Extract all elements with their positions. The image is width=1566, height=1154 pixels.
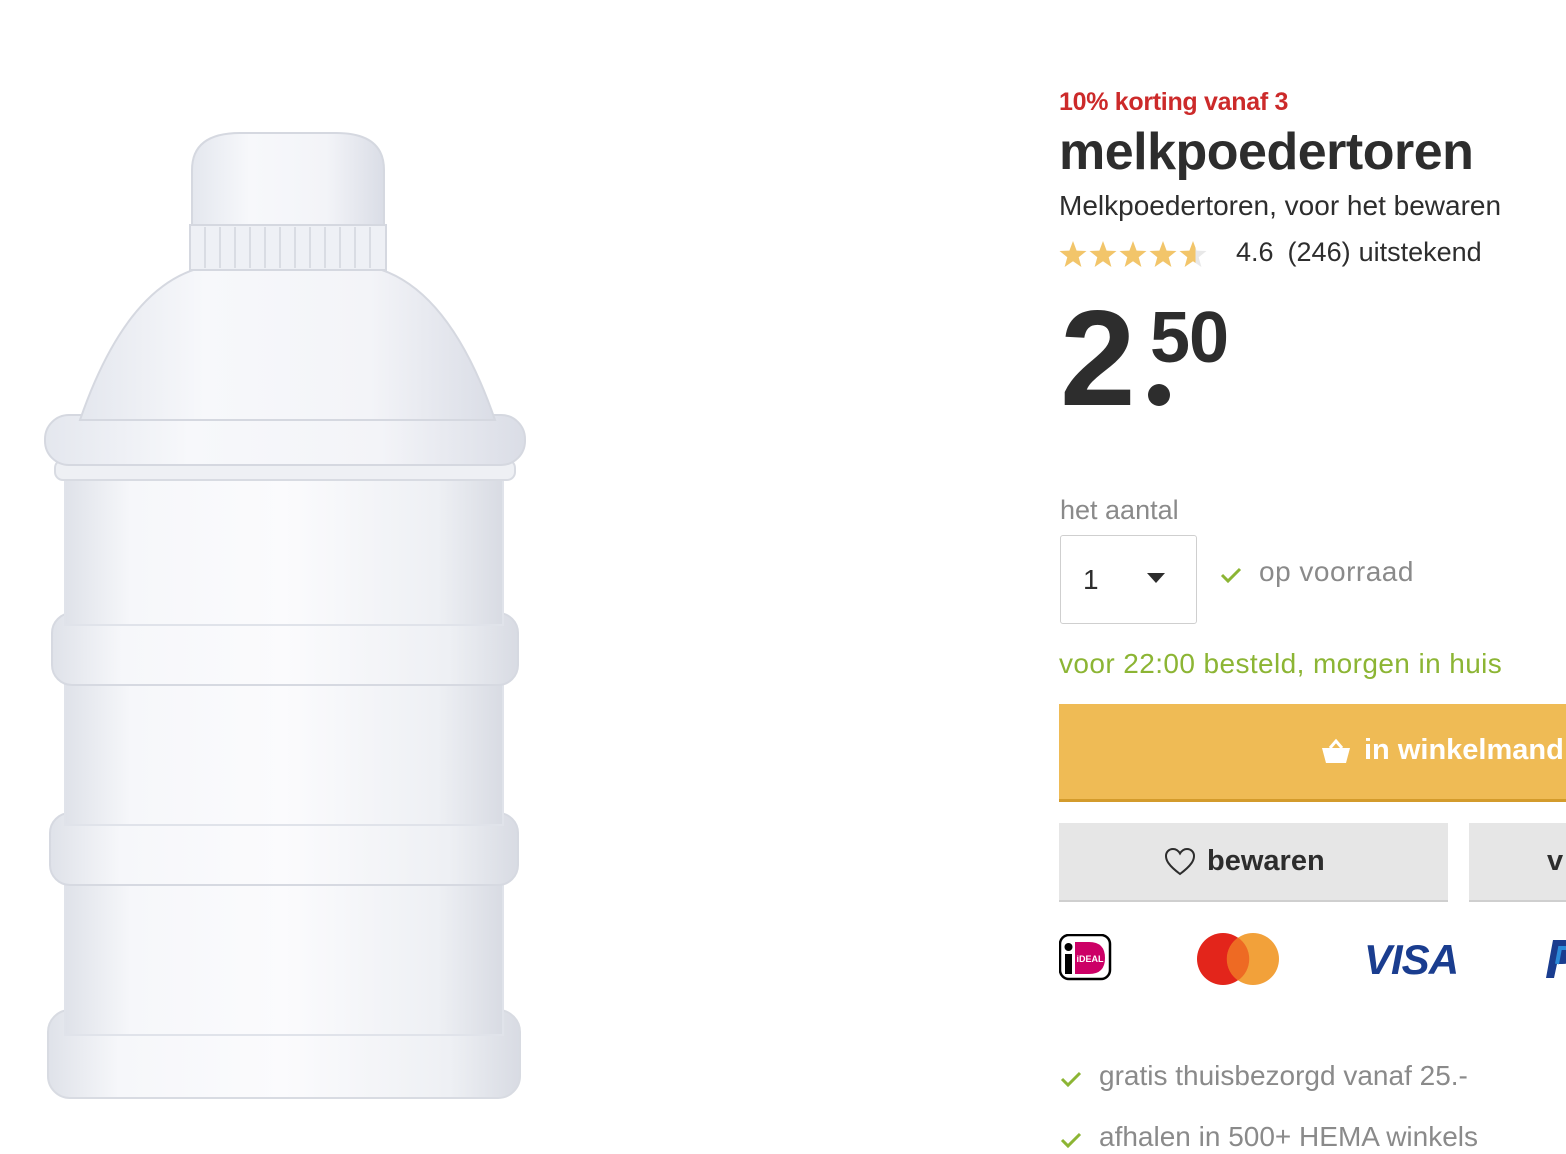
check-icon <box>1060 1132 1082 1149</box>
star-icon <box>1059 241 1087 267</box>
rating-stars[interactable] <box>1059 238 1209 270</box>
save-label: bewaren <box>1207 845 1325 877</box>
usp-free-delivery: gratis thuisbezorgd vanaf 25.- <box>1099 1060 1468 1091</box>
delivery-promise: voor 22:00 besteld, morgen in huis <box>1059 648 1503 679</box>
rating-summary[interactable]: 4.6 (246) uitstekend <box>1236 237 1496 268</box>
save-button[interactable]: bewaren <box>1059 823 1448 902</box>
rating-count: (246) <box>1287 237 1351 267</box>
price-cents: 50 <box>1150 298 1229 378</box>
secondary-button-label: v <box>1547 845 1564 877</box>
product-subtitle: Melkpoedertoren, voor het bewaren <box>1059 190 1502 221</box>
secondary-button[interactable]: v <box>1469 823 1566 902</box>
promo-label: 10% korting vanaf 3 <box>1059 88 1289 116</box>
star-icon <box>1089 241 1117 267</box>
price-euros: 2 <box>1060 282 1136 434</box>
star-partial-icon <box>1179 241 1207 267</box>
check-icon <box>1220 567 1242 584</box>
quantity-value: 1 <box>1083 564 1099 595</box>
product-image[interactable] <box>40 125 540 1110</box>
star-icon <box>1149 241 1177 267</box>
caret-down-icon <box>1147 573 1165 583</box>
quantity-label: het aantal <box>1060 495 1179 525</box>
check-icon <box>1060 1071 1082 1088</box>
visa-logo: VISA <box>1364 936 1459 983</box>
quantity-select[interactable]: 1 <box>1060 535 1197 624</box>
paypal-logo <box>1546 940 1566 978</box>
mastercard-logo <box>1197 933 1279 985</box>
price-separator-dot <box>1148 384 1170 406</box>
ideal-logo: iDEAL <box>1059 934 1112 981</box>
add-to-cart-label: in winkelmand <box>1364 734 1564 766</box>
star-icon <box>1119 241 1147 267</box>
rating-score: 4.6 <box>1236 237 1274 267</box>
product-title: melkpoedertoren <box>1059 123 1474 181</box>
ideal-text: iDEAL <box>1077 954 1105 964</box>
usp-store-pickup: afhalen in 500+ HEMA winkels <box>1099 1121 1478 1152</box>
basket-icon <box>1322 738 1350 763</box>
rating-label: uitstekend <box>1358 237 1482 267</box>
heart-icon <box>1164 847 1196 876</box>
stock-status: op voorraad <box>1259 556 1414 587</box>
add-to-cart-button[interactable]: in winkelmand <box>1059 704 1566 802</box>
